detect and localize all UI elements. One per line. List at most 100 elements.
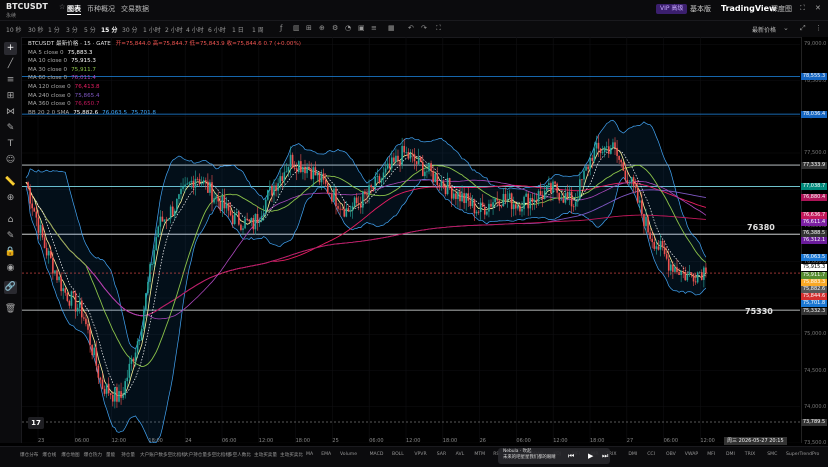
candle-body	[657, 246, 660, 250]
indicator-button[interactable]: 大户账户数多空比指标	[140, 452, 186, 458]
plot-icon[interactable]: ▦	[388, 24, 395, 32]
depth-chart-button[interactable]: 深度图	[771, 4, 792, 14]
indicator-button[interactable]: SAR	[437, 452, 446, 457]
timeframe-toolbar: ƒ ▥ ⊞ ⊕ ⚙ ◔ ▣ ≡ ▦ ↶ ↷ ⛶ 最新价格 ⌄ ⤢ ⋮ 10 秒 3…	[0, 20, 828, 38]
timeframe-8[interactable]: 2 小时	[165, 25, 183, 34]
indicator-button[interactable]: SMC	[767, 452, 777, 457]
horizontal-line-icon[interactable]: ≡	[4, 74, 17, 87]
candle-body	[324, 179, 327, 184]
more-icon[interactable]: ⋮	[815, 24, 822, 32]
candle-body	[603, 147, 606, 153]
candle-body	[109, 393, 112, 395]
magnet-icon[interactable]: ⌂	[4, 214, 17, 227]
tab-trade-data[interactable]: 交易数据	[121, 4, 149, 14]
indicator-button[interactable]: CCI	[647, 452, 655, 457]
symbol-subtitle: 永续	[6, 13, 17, 19]
candle-type-icon[interactable]: ▥	[293, 24, 300, 32]
lines-icon[interactable]: ≡	[371, 24, 377, 32]
snapshot-icon[interactable]: ▣	[358, 24, 365, 32]
timeframe-1[interactable]: 30 秒	[28, 25, 44, 34]
premium-badge[interactable]: VIP 高级	[656, 4, 688, 14]
compare-icon[interactable]: ⊕	[319, 24, 325, 32]
trash-icon[interactable]: 🗑	[4, 303, 17, 316]
alert-icon[interactable]: ◔	[345, 24, 351, 32]
latest-price-dropdown[interactable]: 最新价格	[752, 25, 776, 34]
candle-body	[37, 217, 40, 233]
timeframe-6[interactable]: 30 分	[122, 25, 138, 34]
expand-icon[interactable]: ⤢	[800, 24, 806, 33]
trendline-icon[interactable]: ╱	[4, 58, 17, 71]
indicator-button[interactable]: MACD	[370, 452, 384, 457]
previous-icon[interactable]: ⏮	[568, 452, 574, 461]
timeframe-3[interactable]: 3 分	[66, 25, 78, 34]
redo-icon[interactable]: ↷	[421, 24, 427, 32]
indicator-button[interactable]: 爆仓线	[42, 452, 56, 458]
timeframe-5[interactable]: 15 分	[101, 25, 117, 34]
indicator-button[interactable]: Volume	[340, 452, 357, 457]
settings-icon[interactable]: ⚙	[332, 24, 338, 32]
indicator-button[interactable]: MA	[306, 452, 313, 457]
tab-coin-overview[interactable]: 币种概况	[87, 4, 115, 14]
fullscreen-icon[interactable]: ⛶	[800, 4, 805, 13]
timeframe-10[interactable]: 6 小时	[208, 25, 226, 34]
indicator-button[interactable]: TRIX	[745, 452, 756, 457]
indicator-button[interactable]: VWAP	[685, 452, 698, 457]
timeframe-7[interactable]: 1 小时	[143, 25, 161, 34]
layout-icon[interactable]: ⊞	[306, 24, 312, 32]
indicator-button[interactable]: 大户持仓量多空比指标	[184, 452, 230, 458]
symbol-title[interactable]: BTCUSDT	[6, 2, 48, 11]
visibility-icon[interactable]: ◉	[4, 262, 17, 275]
pattern-icon[interactable]: ⋈	[4, 106, 17, 119]
indicator-button[interactable]: 多空人数比	[228, 452, 251, 458]
ruler-icon[interactable]: 📏	[4, 176, 17, 189]
candle-body	[357, 203, 360, 204]
timeframe-12[interactable]: 1 周	[252, 25, 264, 34]
indicator-button[interactable]: 爆仓地图	[61, 452, 79, 458]
indicator-button[interactable]: MTM	[474, 452, 485, 457]
fib-icon[interactable]: ⊞	[4, 90, 17, 103]
indicator-button[interactable]: DMI	[628, 452, 637, 457]
indicator-button[interactable]: EMA	[321, 452, 331, 457]
text-icon[interactable]: T	[4, 138, 17, 151]
lock-drawing-icon[interactable]: ✎	[4, 230, 17, 243]
favorite-star-icon[interactable]: ☆	[59, 3, 65, 11]
brush-icon[interactable]: ✎	[4, 122, 17, 135]
candle-body	[676, 267, 678, 273]
close-icon[interactable]: ✕	[815, 4, 821, 12]
next-icon[interactable]: ⏭	[602, 452, 608, 461]
indicators-icon[interactable]: ƒ	[280, 24, 282, 32]
indicator-button[interactable]: 爆仓热力	[84, 452, 102, 458]
undo-icon[interactable]: ↶	[408, 24, 414, 32]
indicator-button[interactable]: OBV	[666, 452, 676, 457]
lock-icon[interactable]: 🔒	[4, 246, 17, 259]
basic-view-button[interactable]: 基本版	[690, 4, 711, 14]
timeframe-9[interactable]: 4 小时	[186, 25, 204, 34]
crosshair-icon[interactable]: +	[4, 42, 17, 55]
timeframe-11[interactable]: 1 日	[232, 25, 244, 34]
candle-body	[403, 145, 405, 153]
indicator-button[interactable]: 爆仓分布	[20, 452, 38, 458]
chevron-down-icon[interactable]: ⌄	[783, 24, 789, 32]
timeframe-0[interactable]: 10 秒	[6, 25, 22, 34]
indicator-button[interactable]: 持仓量	[121, 452, 135, 458]
indicator-button[interactable]: AVL	[456, 452, 465, 457]
fullscreen-chart-icon[interactable]: ⛶	[436, 24, 441, 33]
timeframe-4[interactable]: 5 分	[84, 25, 96, 34]
indicator-button[interactable]: 主动买卖比	[280, 452, 303, 458]
play-icon[interactable]: ▶	[588, 452, 593, 460]
indicator-button[interactable]: SuperTrendPro	[786, 452, 819, 457]
candle-body	[277, 183, 279, 191]
timeframe-2[interactable]: 1 分	[48, 25, 60, 34]
indicator-button[interactable]: DMI	[726, 452, 735, 457]
tab-chart[interactable]: 图表	[67, 4, 81, 15]
indicator-button[interactable]: MFI	[707, 452, 715, 457]
emoji-icon[interactable]: ☺	[4, 154, 17, 167]
indicator-button[interactable]: 量能	[106, 452, 115, 458]
indicator-button[interactable]: 主动买卖量	[254, 452, 277, 458]
indicator-button[interactable]: VPVR	[414, 452, 426, 457]
zoom-icon[interactable]: ⊕	[4, 192, 17, 205]
candle-body	[269, 185, 271, 191]
tradingview-button[interactable]: TradingView	[721, 4, 776, 13]
indicator-button[interactable]: BOLL	[392, 452, 404, 457]
link-icon[interactable]: 🔗	[4, 281, 17, 294]
